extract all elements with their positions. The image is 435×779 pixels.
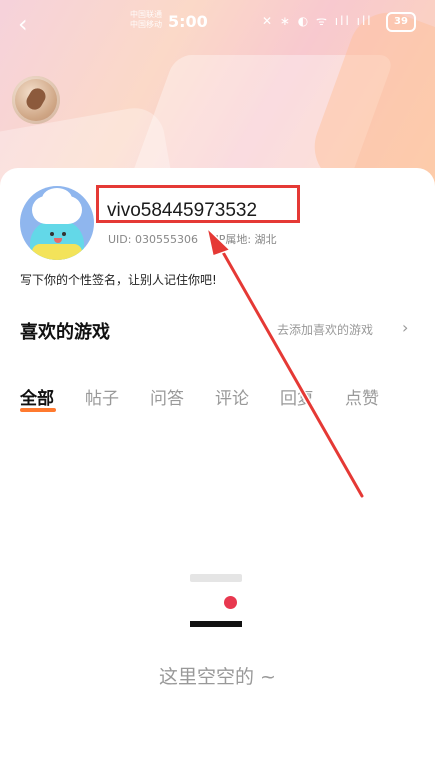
tab-posts[interactable]: 帖子: [85, 384, 119, 409]
uid-label: UID: 030555306: [108, 233, 198, 246]
tab-qa[interactable]: 问答: [150, 384, 184, 409]
cookie-bite-mark: [23, 85, 49, 113]
avatar-cloud: [42, 188, 72, 210]
status-bar: ‹ 中国联通 中国移动 5:00 ✕ ∗ ◐ ᯤ ıll ıll 39: [0, 8, 435, 36]
tab-likes[interactable]: 点赞: [345, 384, 379, 409]
empty-illus-bottom: [190, 621, 242, 627]
avatar[interactable]: [20, 186, 94, 260]
status-time: 5:00: [168, 12, 208, 31]
empty-state-text: 这里空空的 ~: [159, 666, 276, 688]
avatar-shirt: [32, 244, 82, 260]
status-icons: ✕ ∗ ◐ ᯤ ıll ıll: [262, 14, 373, 28]
add-favorite-game-link[interactable]: 去添加喜欢的游戏: [277, 321, 373, 338]
favorite-games-title: 喜欢的游戏: [20, 322, 110, 343]
empty-box-icon: [190, 574, 244, 634]
active-tab-indicator: [20, 408, 56, 412]
chevron-right-icon[interactable]: ›: [402, 318, 408, 337]
ip-location-label: IP属地: 湖北: [215, 233, 277, 246]
avatar-eye: [50, 232, 54, 236]
tab-comments[interactable]: 评论: [215, 384, 249, 409]
back-chevron-icon[interactable]: ‹: [18, 12, 28, 36]
tab-all[interactable]: 全部: [20, 384, 54, 409]
signature-text[interactable]: 写下你的个性签名，让别人记住你吧!: [20, 271, 217, 288]
carrier-name-1: 中国联通: [130, 10, 162, 19]
empty-illus-top: [190, 574, 242, 582]
carrier-label: 中国联通 中国移动: [130, 10, 162, 30]
uid-row: UID: 030555306 IP属地: 湖北: [108, 231, 291, 247]
tab-replies[interactable]: 回复: [280, 384, 314, 409]
battery-icon: 39: [386, 12, 416, 32]
annotation-highlight-box: [96, 185, 300, 223]
carrier-name-2: 中国移动: [130, 20, 162, 29]
avatar-eye: [62, 232, 66, 236]
empty-illus-dot: [224, 596, 237, 609]
cookie-icon[interactable]: [12, 76, 60, 124]
